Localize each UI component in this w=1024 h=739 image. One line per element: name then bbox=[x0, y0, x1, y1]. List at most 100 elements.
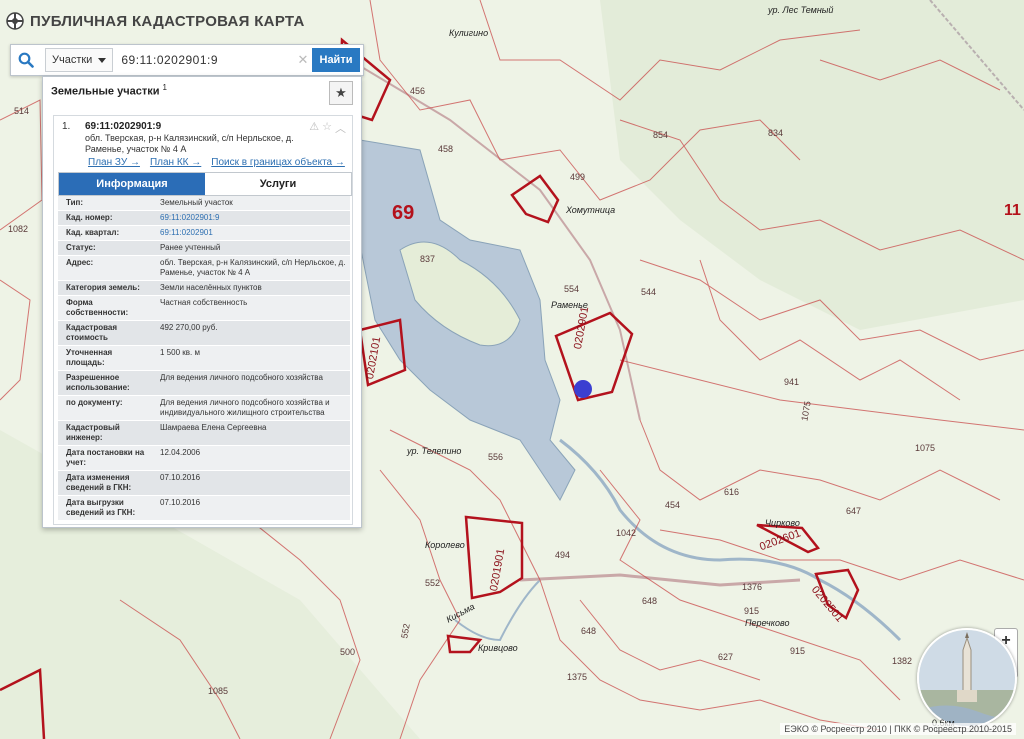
attribution: ЕЭКО © Росреестр 2010 | ПКК © Росреестр … bbox=[780, 723, 1016, 735]
info-row-value: Для ведения личного подсобного хозяйства bbox=[160, 373, 323, 382]
info-row-value: Шамраева Елена Сергеевна bbox=[160, 423, 267, 432]
parcel-number: 454 bbox=[665, 500, 681, 510]
info-row-key: Адрес: bbox=[66, 258, 94, 267]
info-row-key: Форма собственности: bbox=[66, 298, 129, 317]
star-outline-icon[interactable]: ☆ bbox=[322, 120, 332, 136]
parcel-number: 1082 bbox=[8, 224, 29, 234]
favorite-star-button[interactable]: ★ bbox=[329, 81, 353, 105]
search-type-label: Участки bbox=[52, 54, 93, 66]
map-place-label: Перечково bbox=[745, 618, 790, 628]
info-row-key: Дата постановки на учет: bbox=[66, 448, 145, 467]
parcel-number: 854 bbox=[653, 130, 669, 140]
map-place-label: Хомутница bbox=[566, 205, 616, 215]
parcel-number: 915 bbox=[790, 646, 806, 656]
info-row: Статус: Ранее учтенный bbox=[58, 241, 350, 256]
info-row-value: 1 500 кв. м bbox=[160, 348, 200, 357]
info-row-value: Частная собственность bbox=[160, 298, 248, 307]
info-row: Дата изменения сведений в ГКН: 07.10.2016 bbox=[58, 471, 350, 496]
tab-information[interactable]: Информация bbox=[59, 173, 205, 195]
search-bar: Участки ✕ Найти bbox=[10, 44, 364, 76]
parcel-number: 627 bbox=[718, 652, 734, 662]
search-in-bounds-link[interactable]: Поиск в границах объекта → bbox=[211, 157, 345, 168]
map-place-label: Чирково bbox=[765, 518, 800, 528]
region-label: 69 bbox=[392, 202, 415, 224]
search-input[interactable] bbox=[113, 48, 294, 72]
info-row-link[interactable]: 69:11:0202901:9 bbox=[156, 211, 350, 225]
tab-services[interactable]: Услуги bbox=[205, 173, 351, 195]
parcel-number: 648 bbox=[581, 626, 597, 636]
parcel-number: 941 bbox=[784, 377, 800, 387]
region-edge-label: 11 bbox=[1004, 202, 1021, 219]
info-row: Кадастровый инженер: Шамраева Елена Серге… bbox=[58, 421, 350, 446]
parcel-number: 500 bbox=[340, 647, 356, 657]
overview-minimap[interactable] bbox=[917, 628, 1017, 728]
clear-icon[interactable]: ✕ bbox=[294, 52, 312, 68]
info-row-key: Категория земель: bbox=[66, 283, 140, 292]
info-row-key: Кад. номер: bbox=[66, 213, 113, 222]
panel-title: Земельные участки 1 bbox=[51, 83, 167, 98]
parcel-number: 1042 bbox=[616, 528, 637, 538]
info-row-key: Статус: bbox=[66, 243, 96, 252]
info-row-key: Кадастровый инженер: bbox=[66, 423, 120, 442]
info-row: Форма собственности: Частная собственност… bbox=[58, 296, 350, 321]
info-row: Категория земель: Земли населённых пункто… bbox=[58, 281, 350, 296]
result-address: обл. Тверская, р-н Калязинский, с/п Нерл… bbox=[85, 133, 294, 154]
info-row: Адрес: обл. Тверская, р-н Калязинский, с/… bbox=[58, 256, 350, 281]
parcel-number: 1376 bbox=[742, 582, 763, 592]
selected-parcel-marker bbox=[574, 380, 592, 398]
search-icon[interactable] bbox=[11, 45, 41, 75]
info-row-value: Земельный участок bbox=[160, 198, 233, 207]
app-title: ПУБЛИЧНАЯ КАДАСТРОВАЯ КАРТА bbox=[30, 12, 305, 30]
results-panel: Земельные участки 1 ★ 1. 69:11:0202901:9… bbox=[42, 76, 362, 528]
info-row-key: по документу: bbox=[66, 398, 123, 407]
info-row: Кадастровая стоимость 492 270,00 руб. bbox=[58, 321, 350, 346]
search-type-select[interactable]: Участки bbox=[45, 48, 114, 72]
info-row-value: 12.04.2006 bbox=[160, 448, 201, 457]
result-card[interactable]: 1. 69:11:0202901:9 обл. Тверская, р-н Ка… bbox=[53, 115, 353, 525]
chevron-up-icon[interactable]: ︿ bbox=[335, 120, 346, 136]
parcel-number: 915 bbox=[744, 606, 760, 616]
warning-icon[interactable]: ⚠ bbox=[309, 120, 319, 136]
info-row-value: 07.10.2016 bbox=[160, 473, 201, 482]
panel-title-text: Земельные участки bbox=[51, 85, 160, 98]
info-row: Дата постановки на учет: 12.04.2006 bbox=[58, 446, 350, 471]
parcel-number: 837 bbox=[420, 254, 436, 264]
info-row-key: Кад. квартал: bbox=[66, 228, 120, 237]
parcel-number: 556 bbox=[488, 452, 504, 462]
parcel-number: 834 bbox=[768, 128, 784, 138]
parcel-number: 554 bbox=[564, 284, 580, 294]
map-place-label: ур. Лес Темный bbox=[768, 5, 834, 15]
parcel-number: 1085 bbox=[208, 686, 229, 696]
info-row-value: 492 270,00 руб. bbox=[160, 323, 218, 332]
info-row: Тип: Земельный участок bbox=[58, 196, 350, 211]
parcel-number: 616 bbox=[724, 487, 740, 497]
info-row: Уточненная площадь: 1 500 кв. м bbox=[58, 346, 350, 371]
app-header: ПУБЛИЧНАЯ КАДАСТРОВАЯ КАРТА bbox=[0, 8, 305, 34]
info-table: Тип: Земельный участок Кад. номер: 69:11:02… bbox=[58, 196, 350, 521]
plan-kk-link[interactable]: План КК → bbox=[150, 157, 201, 168]
parcel-number: 458 bbox=[438, 144, 454, 154]
info-row: Кад. номер: 69:11:0202901:9 bbox=[58, 211, 350, 226]
info-row-key: Уточненная площадь: bbox=[66, 348, 113, 367]
parcel-number: 514 bbox=[14, 106, 30, 116]
info-row-value: Для ведения личного подсобного хозяйства… bbox=[160, 398, 330, 417]
info-row-link[interactable]: 69:11:0202901 bbox=[156, 226, 350, 240]
info-row: Дата выгрузки сведений из ГКН: 07.10.2016 bbox=[58, 496, 350, 521]
parcel-number: 499 bbox=[570, 172, 586, 182]
parcel-number: 456 bbox=[410, 86, 426, 96]
plan-zu-link[interactable]: План ЗУ → bbox=[88, 157, 140, 168]
star-icon: ★ bbox=[335, 85, 347, 100]
result-number: 69:11:0202901:9 bbox=[85, 121, 162, 132]
info-row-value: 07.10.2016 bbox=[160, 498, 201, 507]
info-row-key: Дата изменения сведений в ГКН: bbox=[66, 473, 132, 492]
map-place-label: Кривцово bbox=[478, 643, 518, 653]
info-row-value: обл. Тверская, р-н Калязинский, с/п Нерл… bbox=[160, 258, 346, 277]
cadastre-logo-icon bbox=[6, 12, 24, 30]
map-place-label: Кулигино bbox=[449, 28, 489, 38]
map-place-label: ур. Телепино bbox=[407, 446, 462, 456]
info-row-key: Кадастровая стоимость bbox=[66, 323, 118, 342]
parcel-number: 647 bbox=[846, 506, 862, 516]
parcel-number: 494 bbox=[555, 550, 571, 560]
search-button[interactable]: Найти bbox=[312, 48, 360, 72]
info-row: Кад. квартал: 69:11:0202901 bbox=[58, 226, 350, 241]
